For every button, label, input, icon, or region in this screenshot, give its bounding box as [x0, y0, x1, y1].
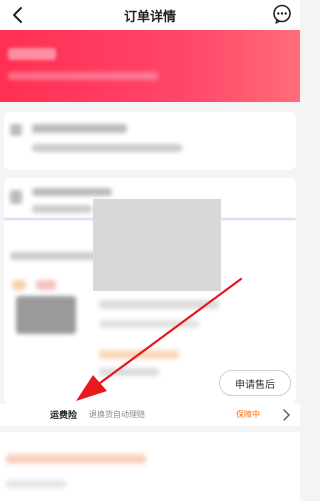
- top-navigation-bar: 订单详情: [0, 0, 300, 30]
- grey-overlay-block: [93, 199, 221, 291]
- chat-more-icon[interactable]: [272, 4, 292, 24]
- bottom-info-card: [0, 432, 300, 501]
- shipping-insurance-label: 运费险: [50, 411, 78, 421]
- blurred-status-subtitle: [8, 72, 158, 80]
- blurred-product-spec: [99, 320, 199, 328]
- blurred-bottom-line-2: [6, 480, 66, 488]
- chevron-right-icon[interactable]: [282, 409, 291, 421]
- apply-after-sales-label: 申请售后: [235, 379, 275, 391]
- blurred-address-detail: [32, 205, 92, 213]
- blurred-truck-icon: [10, 124, 22, 136]
- blurred-product-price: [99, 368, 159, 376]
- chevron-left-icon[interactable]: [8, 5, 28, 25]
- shipping-insurance-description: 退换货自动理赔: [89, 410, 145, 419]
- blurred-tag-red: [36, 280, 56, 290]
- shipping-insurance-status: 保障中: [236, 410, 260, 419]
- blurred-product-image: [16, 296, 76, 334]
- blurred-location-icon: [10, 190, 22, 204]
- apply-after-sales-button[interactable]: 申请售后: [219, 370, 291, 396]
- order-status-banner: [0, 30, 300, 102]
- shipping-insurance-row[interactable]: 运费险 退换货自动理赔 保障中: [0, 404, 300, 426]
- blurred-address-name: [32, 188, 112, 196]
- blurred-status-title: [8, 48, 56, 60]
- blurred-product-title: [99, 300, 219, 309]
- blurred-logistics-line: [32, 124, 127, 133]
- logistics-card[interactable]: [4, 112, 296, 170]
- blurred-bottom-line-1: [6, 454, 146, 464]
- blurred-product-promo: [99, 350, 179, 359]
- blurred-shop-name: [10, 252, 105, 260]
- page-title: 订单详情: [123, 9, 176, 25]
- blurred-logistics-detail: [32, 144, 182, 152]
- blurred-tag-orange: [12, 280, 26, 290]
